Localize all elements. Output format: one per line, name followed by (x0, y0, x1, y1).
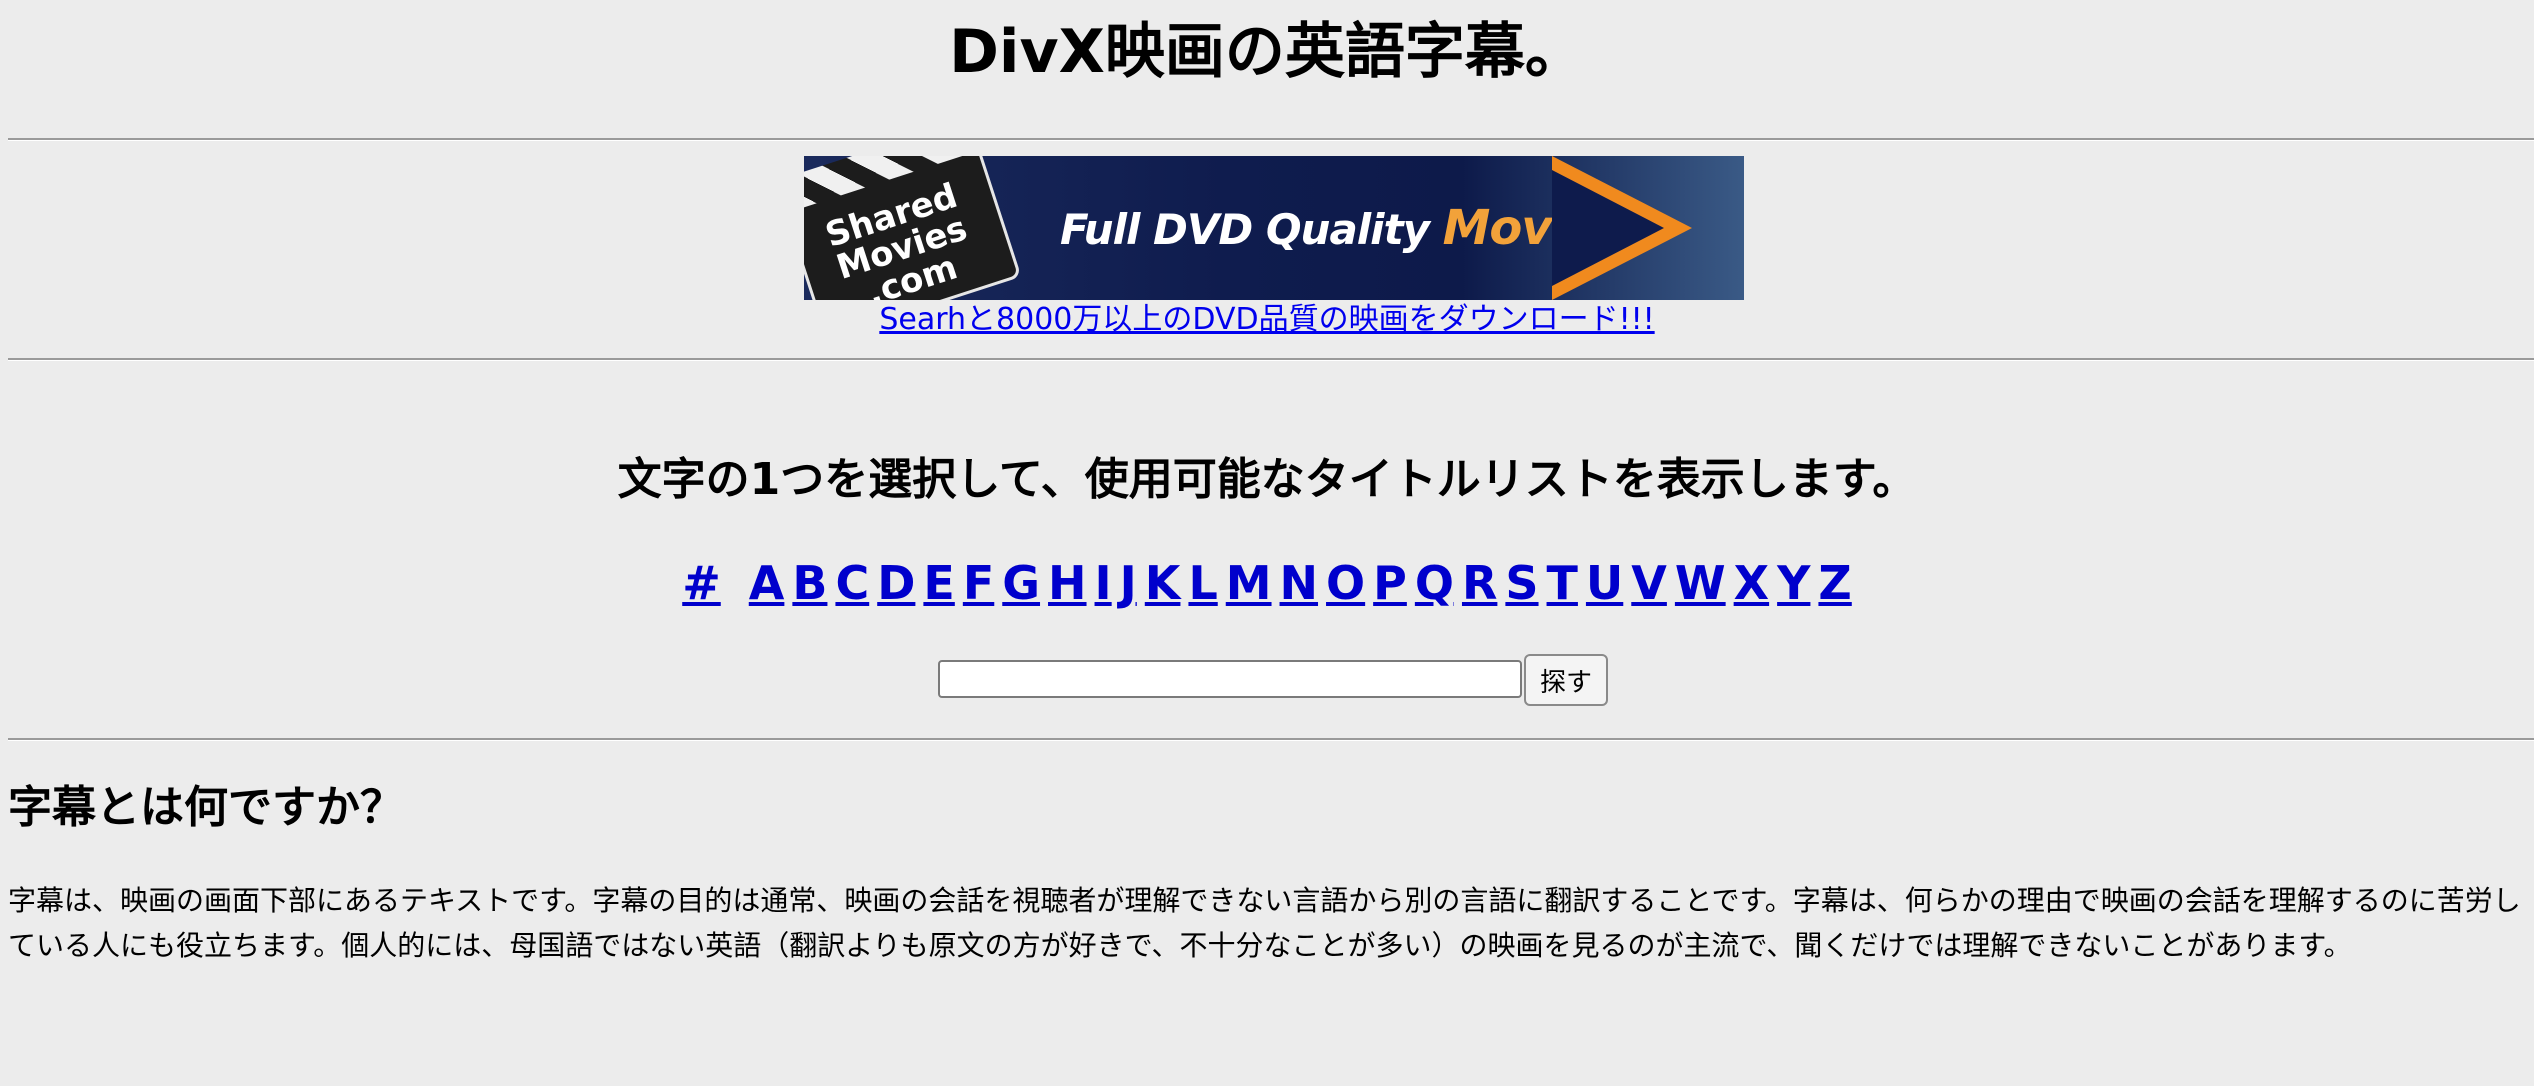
letter-link[interactable]: X (1734, 556, 1769, 610)
search-button[interactable]: 探す (1524, 654, 1608, 706)
letter-link[interactable]: L (1188, 556, 1217, 610)
search-input[interactable] (938, 660, 1522, 698)
letter-link[interactable]: T (1547, 556, 1578, 610)
letter-link[interactable]: R (1462, 556, 1497, 610)
letter-link[interactable]: G (1002, 556, 1040, 610)
banner-tagline-main: Full DVD Quality (1060, 205, 1443, 254)
divider (8, 358, 2534, 361)
letter-link[interactable]: H (1048, 556, 1087, 610)
divider (8, 138, 2534, 141)
letter-link[interactable]: P (1373, 556, 1407, 610)
section-heading: 字幕とは何ですか？ (8, 782, 404, 833)
letter-link[interactable]: N (1280, 556, 1319, 610)
letter-link[interactable]: W (1675, 556, 1726, 610)
letter-link[interactable]: M (1226, 556, 1272, 610)
letter-link[interactable]: U (1586, 556, 1623, 610)
letter-link[interactable]: J (1120, 556, 1137, 610)
clapperboard-logo: Shared Movies .com (804, 156, 1022, 300)
browse-heading: 文字の1つを選択して、使用可能なタイトルリストを表示します。 (617, 454, 1917, 505)
ad-banner[interactable]: Shared Movies .com Full DVD Quality Movi… (804, 156, 1744, 300)
letter-link[interactable]: F (963, 556, 994, 610)
letter-link[interactable]: K (1145, 556, 1181, 610)
section-body: 字幕は、映画の画面下部にあるテキストです。字幕の目的は通常、映画の会話を視聴者が… (8, 884, 2521, 962)
letter-link[interactable]: V (1631, 556, 1667, 610)
letter-link-hash[interactable]: # (682, 556, 721, 610)
arrow-icon-inner (1552, 170, 1664, 286)
letter-link[interactable]: Z (1818, 556, 1851, 610)
alphabet-nav: # A B C D E F G H I J K L M N O P Q R S T U V W X Y Z (0, 550, 2534, 616)
letter-link[interactable]: B (792, 556, 827, 610)
letter-link[interactable]: I (1095, 556, 1112, 610)
letter-link[interactable]: O (1326, 556, 1365, 610)
download-promo-link[interactable]: Searhと8000万以上のDVD品質の映画をダウンロード!!! (0, 298, 2534, 342)
letter-link[interactable]: D (877, 556, 915, 610)
letter-link[interactable]: S (1505, 556, 1538, 610)
divider (8, 738, 2534, 741)
letter-link[interactable]: C (835, 556, 869, 610)
letter-link[interactable]: Q (1415, 556, 1454, 610)
letter-link[interactable]: A (749, 556, 785, 610)
page-title: DivX映画の英語字幕。 (949, 17, 1585, 87)
letter-link[interactable]: Y (1777, 556, 1810, 610)
letter-link[interactable]: E (923, 556, 954, 610)
